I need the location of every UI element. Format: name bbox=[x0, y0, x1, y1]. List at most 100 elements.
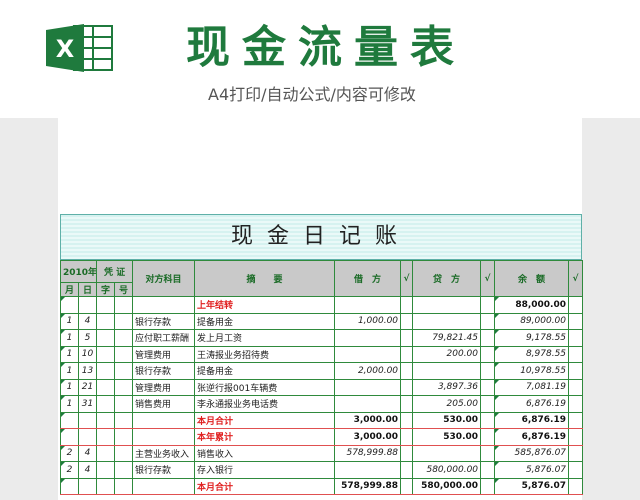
cell-account[interactable]: 销售费用 bbox=[132, 395, 196, 413]
cell-debit[interactable] bbox=[334, 378, 402, 396]
cell-debit[interactable] bbox=[334, 296, 402, 314]
cell-day[interactable] bbox=[78, 477, 97, 495]
cell-credit[interactable]: 530.00 bbox=[412, 411, 482, 429]
cell-debit-check[interactable] bbox=[400, 312, 414, 330]
cell-day[interactable]: 5 bbox=[78, 329, 97, 347]
cell-credit-check[interactable] bbox=[480, 411, 496, 429]
cell-month[interactable]: 1 bbox=[60, 362, 79, 380]
cell-hao[interactable] bbox=[113, 312, 134, 330]
cell-balance-check[interactable] bbox=[568, 444, 584, 462]
cell-zi[interactable] bbox=[96, 428, 115, 446]
cell-balance-check[interactable] bbox=[568, 461, 584, 479]
cell-account[interactable] bbox=[132, 477, 196, 495]
cell-day[interactable]: 4 bbox=[78, 461, 97, 479]
cell-month[interactable] bbox=[60, 428, 79, 446]
cell-balance-check[interactable] bbox=[568, 395, 584, 413]
cell-balance[interactable]: 585,876.07 bbox=[494, 444, 570, 462]
cell-month[interactable]: 1 bbox=[60, 345, 79, 363]
cell-hao[interactable] bbox=[113, 428, 134, 446]
cell-day[interactable]: 21 bbox=[78, 378, 97, 396]
cell-credit[interactable]: 205.00 bbox=[412, 395, 482, 413]
cell-day[interactable]: 10 bbox=[78, 345, 97, 363]
cell-balance[interactable]: 88,000.00 bbox=[494, 296, 570, 314]
cell-balance[interactable]: 7,081.19 bbox=[494, 378, 570, 396]
cell-day[interactable] bbox=[78, 428, 97, 446]
cell-day[interactable]: 13 bbox=[78, 362, 97, 380]
cell-balance-check[interactable] bbox=[568, 428, 584, 446]
cell-credit[interactable] bbox=[412, 296, 482, 314]
cell-credit[interactable] bbox=[412, 444, 482, 462]
cell-debit-check[interactable] bbox=[400, 477, 414, 495]
cell-debit[interactable]: 3,000.00 bbox=[334, 428, 402, 446]
cell-balance-check[interactable] bbox=[568, 411, 584, 429]
cell-hao[interactable] bbox=[113, 477, 134, 495]
cell-balance[interactable]: 8,978.55 bbox=[494, 345, 570, 363]
cell-credit[interactable]: 3,897.36 bbox=[412, 378, 482, 396]
cell-credit[interactable]: 580,000.00 bbox=[412, 461, 482, 479]
cell-debit-check[interactable] bbox=[400, 362, 414, 380]
cell-debit-check[interactable] bbox=[400, 395, 414, 413]
cell-balance[interactable]: 6,876.19 bbox=[494, 395, 570, 413]
cell-summary[interactable]: 王涛报业务招待费 bbox=[194, 345, 336, 363]
cell-credit[interactable] bbox=[412, 362, 482, 380]
cell-credit[interactable]: 79,821.45 bbox=[412, 329, 482, 347]
cell-balance[interactable]: 9,178.55 bbox=[494, 329, 570, 347]
cell-summary[interactable]: 本月合计 bbox=[194, 411, 336, 429]
cell-balance-check[interactable] bbox=[568, 312, 584, 330]
cell-zi[interactable] bbox=[96, 378, 115, 396]
cell-balance-check[interactable] bbox=[568, 362, 584, 380]
cell-debit[interactable]: 1,000.00 bbox=[334, 312, 402, 330]
cell-credit-check[interactable] bbox=[480, 461, 496, 479]
cell-zi[interactable] bbox=[96, 296, 115, 314]
cell-balance[interactable]: 89,000.00 bbox=[494, 312, 570, 330]
cell-credit-check[interactable] bbox=[480, 444, 496, 462]
cell-balance[interactable]: 5,876.07 bbox=[494, 477, 570, 495]
cell-summary[interactable]: 存入银行 bbox=[194, 461, 336, 479]
cell-hao[interactable] bbox=[113, 395, 134, 413]
cell-debit-check[interactable] bbox=[400, 296, 414, 314]
cell-credit-check[interactable] bbox=[480, 312, 496, 330]
cell-balance-check[interactable] bbox=[568, 345, 584, 363]
cell-month[interactable]: 1 bbox=[60, 378, 79, 396]
cell-credit-check[interactable] bbox=[480, 378, 496, 396]
cell-month[interactable] bbox=[60, 411, 79, 429]
cell-credit-check[interactable] bbox=[480, 477, 496, 495]
cell-summary[interactable]: 本年累计 bbox=[194, 428, 336, 446]
cell-zi[interactable] bbox=[96, 411, 115, 429]
cell-hao[interactable] bbox=[113, 296, 134, 314]
cell-balance-check[interactable] bbox=[568, 329, 584, 347]
cell-balance[interactable]: 10,978.55 bbox=[494, 362, 570, 380]
cell-account[interactable]: 主营业务收入 bbox=[132, 444, 196, 462]
cell-account[interactable]: 银行存款 bbox=[132, 362, 196, 380]
cell-account[interactable]: 银行存款 bbox=[132, 312, 196, 330]
cell-hao[interactable] bbox=[113, 461, 134, 479]
cell-debit[interactable]: 578,999.88 bbox=[334, 477, 402, 495]
cell-balance-check[interactable] bbox=[568, 296, 584, 314]
cell-credit-check[interactable] bbox=[480, 345, 496, 363]
cell-credit[interactable]: 580,000.00 bbox=[412, 477, 482, 495]
cell-debit-check[interactable] bbox=[400, 411, 414, 429]
cell-debit-check[interactable] bbox=[400, 461, 414, 479]
cell-month[interactable] bbox=[60, 477, 79, 495]
cell-summary[interactable]: 发上月工资 bbox=[194, 329, 336, 347]
cell-account[interactable] bbox=[132, 411, 196, 429]
cell-hao[interactable] bbox=[113, 378, 134, 396]
cell-credit[interactable]: 200.00 bbox=[412, 345, 482, 363]
cell-debit[interactable]: 2,000.00 bbox=[334, 362, 402, 380]
cell-summary[interactable]: 本月合计 bbox=[194, 477, 336, 495]
cell-zi[interactable] bbox=[96, 312, 115, 330]
cell-day[interactable] bbox=[78, 411, 97, 429]
cell-debit[interactable] bbox=[334, 329, 402, 347]
cell-month[interactable]: 1 bbox=[60, 395, 79, 413]
cell-debit[interactable]: 3,000.00 bbox=[334, 411, 402, 429]
cell-credit-check[interactable] bbox=[480, 395, 496, 413]
cell-debit[interactable] bbox=[334, 395, 402, 413]
cell-zi[interactable] bbox=[96, 444, 115, 462]
cell-debit[interactable]: 578,999.88 bbox=[334, 444, 402, 462]
cell-summary[interactable]: 提备用金 bbox=[194, 312, 336, 330]
cell-credit-check[interactable] bbox=[480, 329, 496, 347]
cell-debit-check[interactable] bbox=[400, 444, 414, 462]
cell-summary[interactable]: 张逆行报001车辆费 bbox=[194, 378, 336, 396]
cell-summary[interactable]: 提备用金 bbox=[194, 362, 336, 380]
cell-account[interactable]: 银行存款 bbox=[132, 461, 196, 479]
